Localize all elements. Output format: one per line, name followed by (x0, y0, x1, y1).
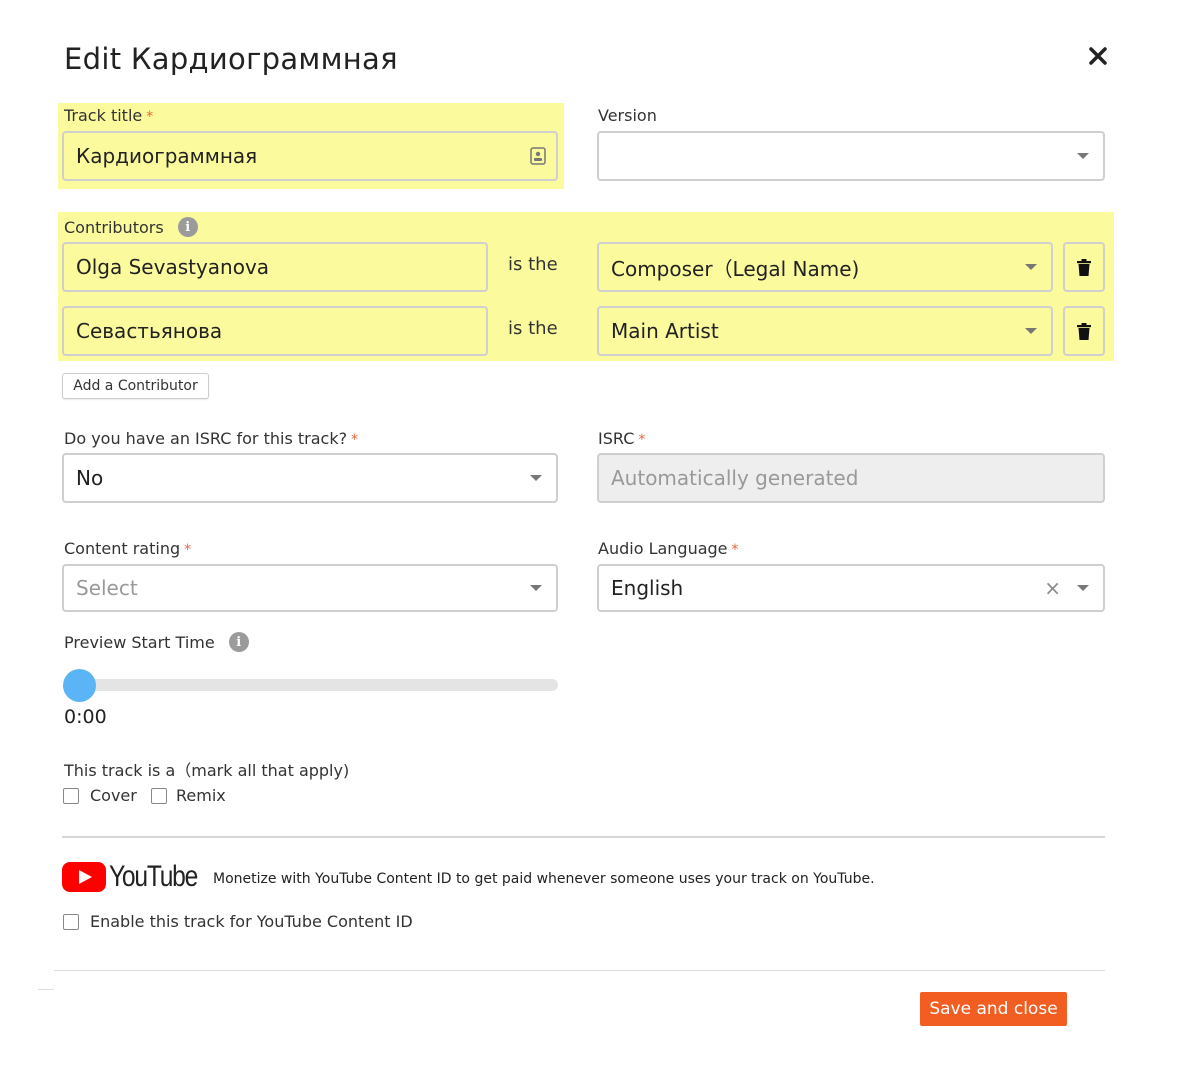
required-marker: * (351, 432, 359, 448)
chevron-down-icon (1025, 328, 1037, 334)
chevron-down-icon (1077, 585, 1089, 591)
isrc-question-select[interactable]: No (62, 453, 558, 503)
delete-contributor-button[interactable] (1063, 306, 1105, 356)
youtube-logo: YouTube (62, 860, 216, 894)
preview-label: Preview Start Time i (64, 632, 249, 652)
preview-slider-handle[interactable] (63, 669, 96, 702)
info-icon[interactable]: i (177, 217, 198, 237)
youtube-content-id-option[interactable]: Enable this track for YouTube Content ID (63, 912, 413, 931)
audio-language-label: Audio Language * (598, 539, 739, 558)
required-marker: * (184, 542, 192, 558)
youtube-play-icon (62, 862, 106, 892)
chevron-down-icon (530, 585, 542, 591)
footer-divider (54, 970, 1105, 971)
trash-icon (1077, 322, 1091, 340)
close-icon[interactable] (1086, 44, 1110, 68)
trash-icon (1077, 258, 1091, 276)
required-marker: * (638, 432, 646, 448)
save-and-close-button[interactable]: Save and close (920, 992, 1067, 1026)
close-button[interactable] (1086, 44, 1110, 68)
track-title-input[interactable]: Кардиограммная (62, 131, 558, 181)
audio-language-select[interactable]: English × (597, 564, 1105, 612)
cover-option[interactable]: Cover (63, 786, 137, 805)
isrc-question-label: Do you have an ISRC for this track? * (64, 429, 359, 448)
add-contributor-button[interactable]: Add a Contributor (62, 373, 209, 399)
chevron-down-icon (1077, 153, 1089, 159)
contributor-name-input[interactable]: Севастьянова (62, 306, 488, 356)
track-title-value: Кардиограммная (76, 144, 258, 168)
footer-divider-mark (38, 989, 54, 990)
required-marker: * (731, 542, 739, 558)
delete-contributor-button[interactable] (1063, 242, 1105, 292)
version-select[interactable] (597, 131, 1105, 181)
remix-checkbox[interactable] (151, 787, 167, 804)
track-type-label: This track is a（mark all that apply) (64, 761, 350, 780)
content-rating-select[interactable]: Select (62, 564, 558, 612)
contributor-role-select[interactable]: Main Artist (597, 306, 1053, 356)
preview-slider-track[interactable] (64, 679, 558, 691)
dialog-title: Edit Кардиограммная (64, 42, 398, 76)
contributor-role-select[interactable]: Composer（Legal Name) (597, 242, 1053, 292)
divider (62, 836, 1105, 838)
content-rating-label: Content rating * (64, 539, 192, 558)
track-title-label: Track title * (64, 106, 154, 125)
isrc-input: Automatically generated (597, 453, 1105, 503)
required-marker: * (146, 109, 154, 125)
clear-icon[interactable]: × (1044, 578, 1061, 598)
isrc-label: ISRC * (598, 429, 646, 448)
contributor-name-input[interactable]: Olga Sevastyanova (62, 242, 488, 292)
preview-time: 0:00 (64, 706, 107, 728)
youtube-description: Monetize with YouTube Content ID to get … (213, 871, 875, 887)
contact-card-icon (530, 147, 546, 165)
youtube-content-id-checkbox[interactable] (63, 913, 79, 930)
info-icon[interactable]: i (228, 632, 249, 652)
chevron-down-icon (1025, 264, 1037, 270)
cover-checkbox[interactable] (63, 787, 79, 804)
contributors-label: Contributors i (64, 217, 198, 237)
contributor-connector: is the (508, 318, 558, 339)
remix-option[interactable]: Remix (151, 786, 226, 805)
youtube-logo-text: YouTube (109, 860, 198, 893)
contributor-connector: is the (508, 254, 558, 275)
chevron-down-icon (530, 475, 542, 481)
version-label: Version (598, 106, 657, 125)
